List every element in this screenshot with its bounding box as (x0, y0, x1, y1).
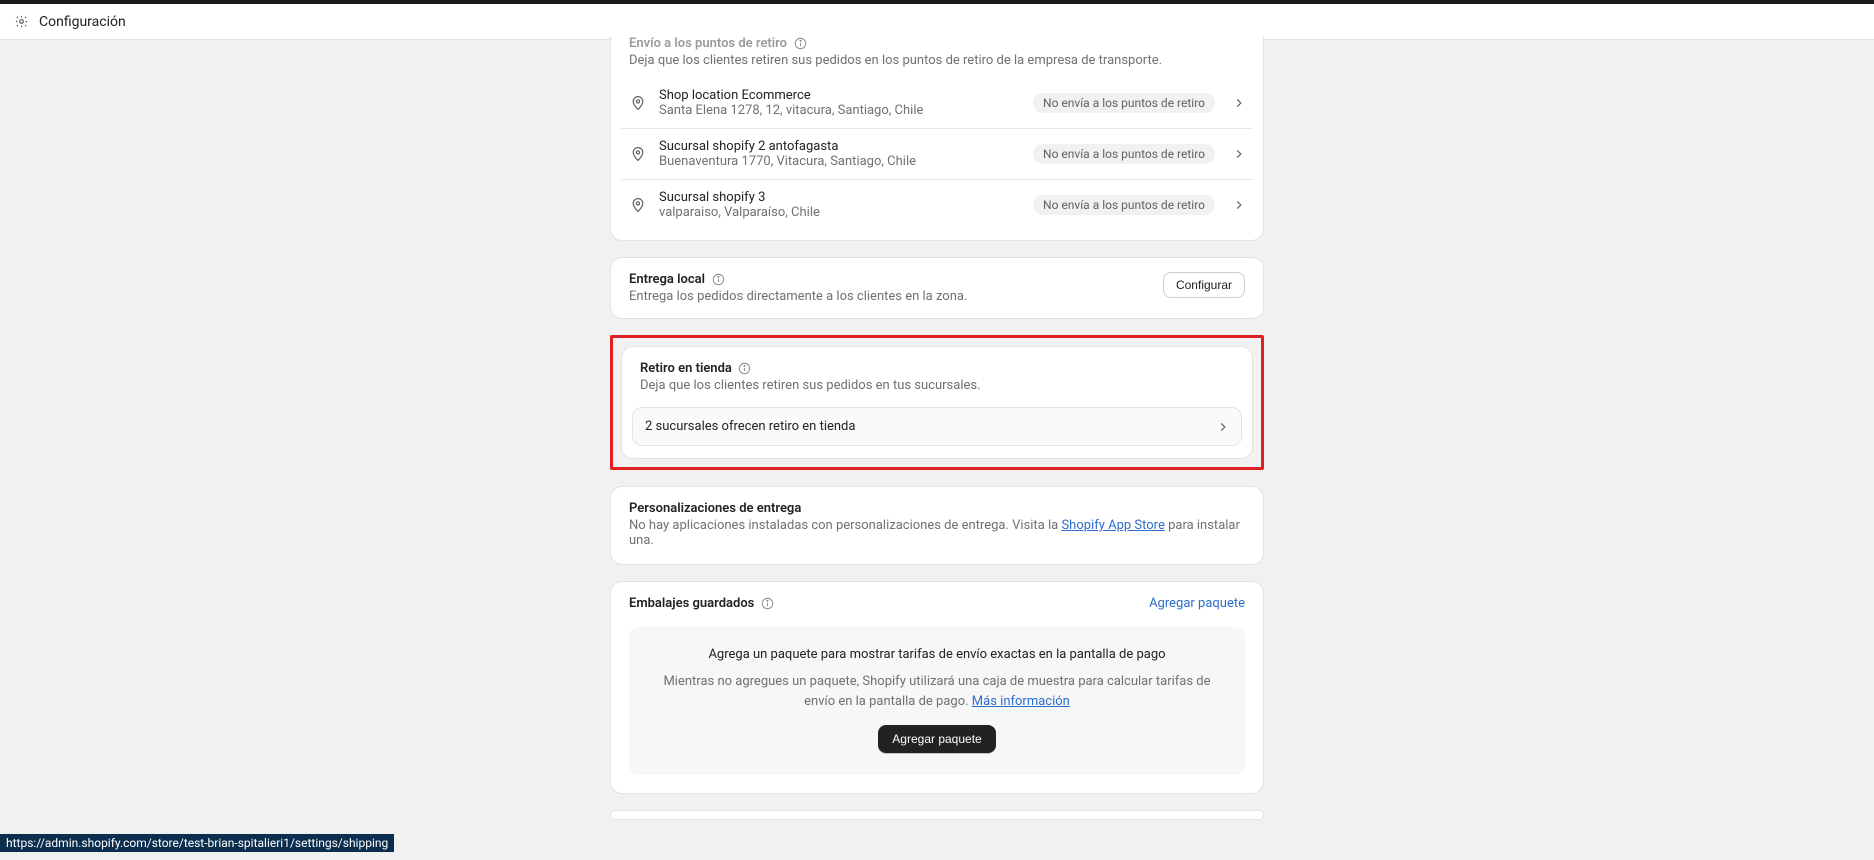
highlight-annotation: Retiro en tienda Deja que los clientes r… (610, 335, 1264, 470)
pickup-points-subtitle: Deja que los clientes retiren sus pedido… (629, 53, 1245, 68)
app-store-link[interactable]: Shopify App Store (1061, 518, 1164, 533)
pickup-store-title: Retiro en tienda (640, 361, 732, 376)
configure-button[interactable]: Configurar (1163, 272, 1245, 298)
packages-empty-state: Agrega un paquete para mostrar tarifas d… (629, 627, 1245, 775)
gear-icon (14, 14, 29, 29)
location-address: Santa Elena 1278, 12, vitacura, Santiago… (659, 103, 1021, 118)
location-name: Sucursal shopify 3 (659, 190, 1021, 205)
settings-header: Configuración (0, 4, 1874, 40)
location-address: Buenaventura 1770, Vitacura, Santiago, C… (659, 154, 1021, 169)
browser-statusbar: https://admin.shopify.com/store/test-bri… (0, 834, 394, 852)
pickup-store-row-text: 2 sucursales ofrecen retiro en tienda (645, 419, 855, 434)
packages-title: Embalajes guardados (629, 596, 754, 611)
more-info-link[interactable]: Más información (972, 694, 1070, 709)
pickup-points-title: Envío a los puntos de retiro (629, 36, 787, 51)
info-icon[interactable] (760, 597, 774, 611)
packages-empty-title: Agrega un paquete para mostrar tarifas d… (659, 647, 1215, 662)
location-pin-icon (629, 146, 647, 162)
status-badge: No envía a los puntos de retiro (1033, 144, 1215, 164)
packages-empty-subtitle: Mientras no agregues un paquete, Shopify… (659, 672, 1215, 711)
next-card-peek (610, 810, 1264, 820)
status-badge: No envía a los puntos de retiro (1033, 195, 1215, 215)
delivery-custom-title: Personalizaciones de entrega (629, 501, 801, 516)
location-name: Sucursal shopify 2 antofagasta (659, 139, 1021, 154)
page-title: Configuración (39, 14, 126, 30)
info-icon[interactable] (711, 273, 725, 287)
location-pin-icon (629, 197, 647, 213)
status-badge: No envía a los puntos de retiro (1033, 93, 1215, 113)
location-row[interactable]: Sucursal shopify 3 valparaiso, Valparaís… (621, 179, 1253, 230)
chevron-right-icon (1217, 421, 1229, 433)
info-icon[interactable] (738, 362, 752, 376)
location-address: valparaiso, Valparaíso, Chile (659, 205, 1021, 220)
local-delivery-title: Entrega local (629, 272, 705, 287)
add-package-button[interactable]: Agregar paquete (878, 725, 995, 753)
location-pin-icon (629, 95, 647, 111)
chevron-right-icon (1233, 97, 1245, 109)
chevron-right-icon (1233, 148, 1245, 160)
pickup-store-subtitle: Deja que los clientes retiren sus pedido… (640, 378, 1234, 393)
add-package-link[interactable]: Agregar paquete (1149, 596, 1245, 611)
pickup-in-store-card: Retiro en tienda Deja que los clientes r… (621, 346, 1253, 459)
location-row[interactable]: Shop location Ecommerce Santa Elena 1278… (621, 78, 1253, 128)
saved-packages-card: Embalajes guardados Agregar paquete Agre… (610, 581, 1264, 794)
local-delivery-card: Entrega local Entrega los pedidos direct… (610, 257, 1264, 319)
delivery-custom-text: No hay aplicaciones instaladas con perso… (611, 516, 1263, 564)
pickup-points-card: Envío a los puntos de retiro Deja que lo… (610, 36, 1264, 241)
chevron-right-icon (1233, 199, 1245, 211)
delivery-customizations-card: Personalizaciones de entrega No hay apli… (610, 486, 1264, 565)
info-icon[interactable] (793, 37, 807, 51)
pickup-store-locations-row[interactable]: 2 sucursales ofrecen retiro en tienda (632, 407, 1242, 446)
location-row[interactable]: Sucursal shopify 2 antofagasta Buenavent… (621, 128, 1253, 179)
location-name: Shop location Ecommerce (659, 88, 1021, 103)
local-delivery-subtitle: Entrega los pedidos directamente a los c… (629, 289, 1151, 304)
